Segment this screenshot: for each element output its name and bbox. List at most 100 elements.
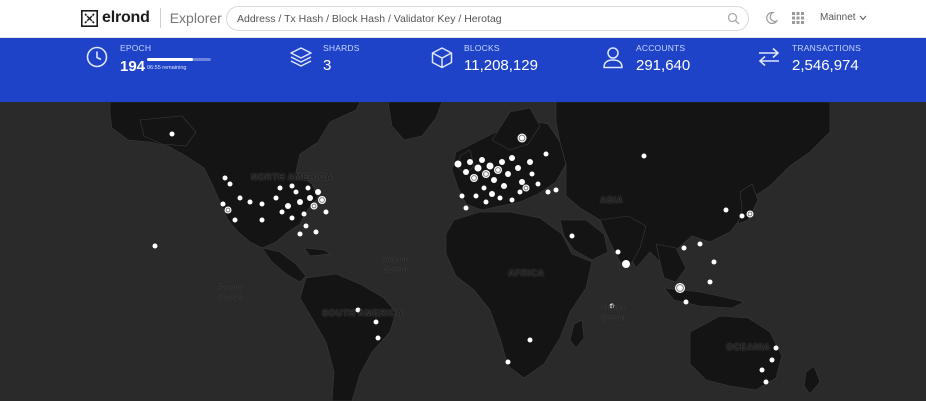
stat-epoch: EPOCH 194 06:55 remaining bbox=[86, 38, 226, 102]
validator-node-marker[interactable] bbox=[763, 379, 769, 385]
validator-node-marker[interactable] bbox=[505, 359, 511, 365]
land-new-zealand bbox=[803, 365, 821, 395]
exchange-icon bbox=[758, 47, 780, 67]
validator-node-marker[interactable] bbox=[293, 189, 299, 195]
validator-node-marker[interactable] bbox=[227, 181, 233, 187]
validator-node-marker[interactable] bbox=[285, 203, 291, 209]
validator-node-marker[interactable] bbox=[481, 185, 487, 191]
validator-node-marker[interactable] bbox=[569, 233, 575, 239]
clock-icon bbox=[86, 46, 108, 68]
land-masses bbox=[109, 102, 831, 401]
validator-node-marker[interactable] bbox=[454, 160, 462, 168]
validator-node-marker[interactable] bbox=[501, 183, 507, 189]
validator-node-marker[interactable] bbox=[505, 171, 511, 177]
grid-icon[interactable] bbox=[792, 12, 804, 24]
validator-node-marker[interactable] bbox=[522, 184, 530, 192]
search-icon[interactable] bbox=[727, 12, 740, 25]
validator-node-marker[interactable] bbox=[683, 299, 689, 305]
validator-node-marker[interactable] bbox=[277, 185, 283, 191]
validator-node-marker[interactable] bbox=[553, 187, 559, 193]
validator-node-marker[interactable] bbox=[622, 260, 630, 268]
validator-node-marker[interactable] bbox=[473, 193, 479, 199]
stat-accounts-label: ACCOUNTS bbox=[636, 43, 686, 53]
validator-node-marker[interactable] bbox=[303, 223, 309, 229]
validator-node-marker[interactable] bbox=[459, 193, 465, 199]
search-box[interactable] bbox=[226, 6, 749, 31]
validator-node-marker[interactable] bbox=[723, 207, 729, 213]
validator-node-marker[interactable] bbox=[711, 259, 717, 265]
validator-node-marker[interactable] bbox=[535, 181, 541, 187]
validator-node-marker[interactable] bbox=[615, 249, 621, 255]
brand-logo[interactable]: elrond Explorer bbox=[81, 8, 222, 28]
validator-node-marker[interactable] bbox=[313, 229, 319, 235]
validator-node-marker[interactable] bbox=[232, 217, 238, 223]
chevron-down-icon bbox=[859, 15, 867, 20]
validator-node-marker[interactable] bbox=[463, 205, 469, 211]
validator-node-marker[interactable] bbox=[769, 357, 775, 363]
stat-accounts: ACCOUNTS 291,640 bbox=[602, 38, 742, 102]
search-input[interactable] bbox=[237, 10, 717, 28]
network-selector[interactable]: Mainnet bbox=[820, 12, 867, 23]
world-map[interactable]: NORTH AMERICA SOUTH AMERICA AFRICA ASIA … bbox=[0, 102, 926, 401]
validator-node-marker[interactable] bbox=[273, 195, 279, 201]
validator-node-marker[interactable] bbox=[746, 210, 754, 218]
validator-node-marker[interactable] bbox=[259, 217, 265, 223]
validator-node-marker[interactable] bbox=[259, 201, 265, 207]
validator-node-marker[interactable] bbox=[483, 199, 489, 205]
validator-node-marker[interactable] bbox=[509, 155, 515, 161]
validator-node-marker[interactable] bbox=[707, 279, 713, 285]
epoch-remaining: 06:55 remaining bbox=[147, 65, 187, 71]
validator-node-marker[interactable] bbox=[497, 195, 503, 201]
validator-node-marker[interactable] bbox=[759, 367, 765, 373]
validator-node-marker[interactable] bbox=[697, 241, 703, 247]
validator-node-marker[interactable] bbox=[289, 183, 295, 189]
validator-node-marker[interactable] bbox=[527, 159, 533, 165]
validator-node-marker[interactable] bbox=[315, 189, 321, 195]
validator-node-marker[interactable] bbox=[279, 209, 285, 215]
validator-node-marker[interactable] bbox=[739, 213, 745, 219]
validator-node-marker[interactable] bbox=[519, 179, 525, 185]
validator-node-marker[interactable] bbox=[323, 209, 329, 215]
validator-node-marker[interactable] bbox=[479, 157, 485, 163]
validator-node-marker[interactable] bbox=[307, 195, 313, 201]
stat-transactions-value: 2,546,974 bbox=[792, 57, 859, 74]
moon-icon[interactable] bbox=[765, 11, 778, 25]
validator-node-marker[interactable] bbox=[224, 206, 232, 214]
validator-node-marker[interactable] bbox=[310, 202, 318, 210]
validator-node-marker[interactable] bbox=[463, 169, 469, 175]
validator-node-marker[interactable] bbox=[486, 162, 494, 170]
validator-node-marker[interactable] bbox=[237, 195, 243, 201]
validator-node-marker[interactable] bbox=[373, 319, 379, 325]
validator-node-marker[interactable] bbox=[297, 199, 303, 205]
validator-node-marker[interactable] bbox=[152, 243, 158, 249]
validator-node-marker[interactable] bbox=[529, 171, 535, 177]
top-navbar: elrond Explorer Mainnet bbox=[0, 0, 926, 38]
validator-node-marker[interactable] bbox=[305, 185, 311, 191]
validator-node-marker[interactable] bbox=[474, 164, 482, 172]
validator-node-marker[interactable] bbox=[222, 175, 228, 181]
validator-node-marker[interactable] bbox=[545, 189, 551, 195]
validator-node-marker[interactable] bbox=[301, 211, 307, 217]
validator-node-marker[interactable] bbox=[543, 151, 549, 157]
validator-node-marker[interactable] bbox=[499, 159, 505, 165]
validator-node-marker[interactable] bbox=[773, 345, 779, 351]
validator-node-marker[interactable] bbox=[297, 231, 303, 237]
validator-node-marker[interactable] bbox=[169, 131, 175, 137]
validator-node-marker[interactable] bbox=[515, 165, 521, 171]
validator-node-marker[interactable] bbox=[509, 197, 515, 203]
validator-node-marker[interactable] bbox=[491, 177, 497, 183]
label-atlantic-ocean: Atlantic Ocean bbox=[381, 254, 409, 274]
stat-shards: SHARDS 3 bbox=[289, 38, 409, 102]
validator-node-marker[interactable] bbox=[467, 159, 473, 165]
validator-node-marker[interactable] bbox=[681, 245, 687, 251]
validator-node-marker[interactable] bbox=[375, 335, 381, 341]
validator-node-marker[interactable] bbox=[489, 191, 495, 197]
validator-node-marker[interactable] bbox=[641, 153, 647, 159]
validator-node-marker[interactable] bbox=[289, 215, 295, 221]
validator-node-marker[interactable] bbox=[527, 337, 533, 343]
validator-node-marker[interactable] bbox=[517, 189, 523, 195]
label-asia: ASIA bbox=[600, 195, 624, 205]
stat-epoch-label: EPOCH bbox=[120, 43, 152, 53]
validator-node-marker[interactable] bbox=[220, 201, 226, 207]
validator-node-marker[interactable] bbox=[247, 199, 253, 205]
